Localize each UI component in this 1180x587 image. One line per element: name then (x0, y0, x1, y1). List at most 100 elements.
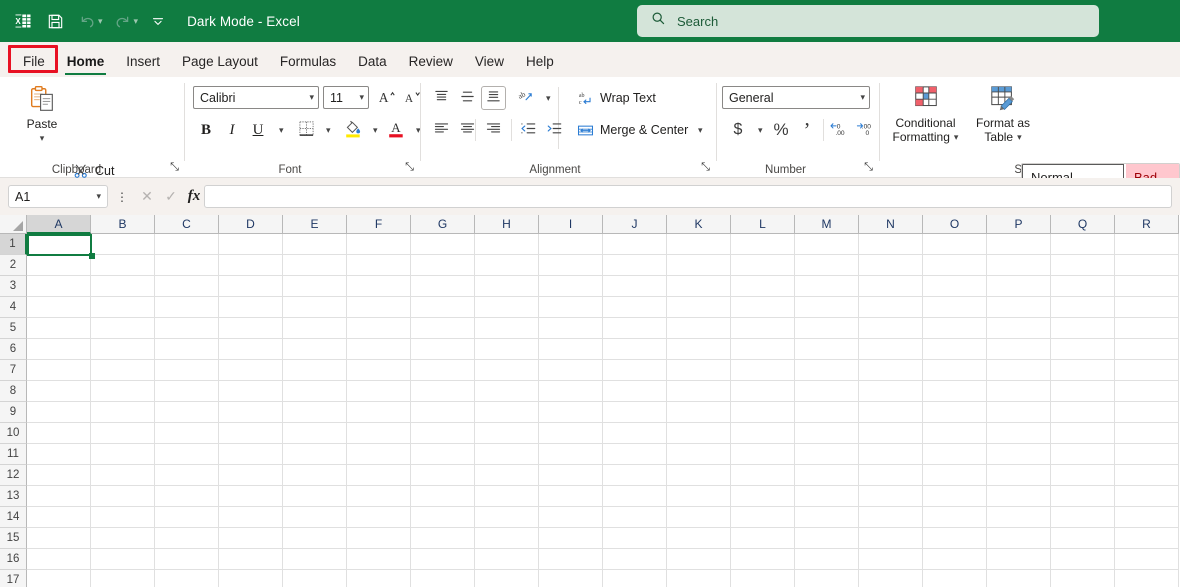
cell-N17[interactable] (859, 570, 923, 587)
cell-N16[interactable] (859, 549, 923, 570)
cell-Q6[interactable] (1051, 339, 1115, 360)
cell-Q10[interactable] (1051, 423, 1115, 444)
cell-B6[interactable] (91, 339, 155, 360)
cell-C16[interactable] (155, 549, 219, 570)
redo-dropdown-chevron-icon[interactable]: ▾ (134, 16, 142, 27)
column-header-b[interactable]: B (91, 215, 155, 234)
cell-Q11[interactable] (1051, 444, 1115, 465)
column-header-l[interactable]: L (731, 215, 795, 234)
cell-C15[interactable] (155, 528, 219, 549)
cell-J11[interactable] (603, 444, 667, 465)
cell-J14[interactable] (603, 507, 667, 528)
cell-R5[interactable] (1115, 318, 1179, 339)
cell-H16[interactable] (475, 549, 539, 570)
row-header-8[interactable]: 8 (0, 381, 27, 402)
cell-D15[interactable] (219, 528, 283, 549)
cell-R12[interactable] (1115, 465, 1179, 486)
row-header-9[interactable]: 9 (0, 402, 27, 423)
cell-N11[interactable] (859, 444, 923, 465)
cell-M4[interactable] (795, 297, 859, 318)
cell-K10[interactable] (667, 423, 731, 444)
cell-C1[interactable] (155, 234, 219, 255)
cell-E15[interactable] (283, 528, 347, 549)
cell-L1[interactable] (731, 234, 795, 255)
cell-K9[interactable] (667, 402, 731, 423)
cell-K17[interactable] (667, 570, 731, 587)
cell-Q17[interactable] (1051, 570, 1115, 587)
font-color-button[interactable]: A (384, 118, 408, 142)
cell-K8[interactable] (667, 381, 731, 402)
cell-Q5[interactable] (1051, 318, 1115, 339)
cell-K5[interactable] (667, 318, 731, 339)
cell-H2[interactable] (475, 255, 539, 276)
cell-A13[interactable] (27, 486, 91, 507)
font-name-chevron-icon[interactable]: ▾ (309, 92, 314, 103)
cell-F8[interactable] (347, 381, 411, 402)
row-header-10[interactable]: 10 (0, 423, 27, 444)
cell-I8[interactable] (539, 381, 603, 402)
cell-F16[interactable] (347, 549, 411, 570)
name-box[interactable]: A1 ▾ (8, 185, 108, 208)
cell-G14[interactable] (411, 507, 475, 528)
cell-C11[interactable] (155, 444, 219, 465)
cell-B1[interactable] (91, 234, 155, 255)
cell-B5[interactable] (91, 318, 155, 339)
percent-style-button[interactable]: % (769, 118, 793, 142)
cell-G13[interactable] (411, 486, 475, 507)
row-header-11[interactable]: 11 (0, 444, 27, 465)
column-header-f[interactable]: F (347, 215, 411, 234)
cell-P11[interactable] (987, 444, 1051, 465)
cell-F13[interactable] (347, 486, 411, 507)
cell-J16[interactable] (603, 549, 667, 570)
cell-R3[interactable] (1115, 276, 1179, 297)
cell-H12[interactable] (475, 465, 539, 486)
cell-L12[interactable] (731, 465, 795, 486)
cell-O15[interactable] (923, 528, 987, 549)
cell-E13[interactable] (283, 486, 347, 507)
cell-J1[interactable] (603, 234, 667, 255)
cell-K15[interactable] (667, 528, 731, 549)
cell-I16[interactable] (539, 549, 603, 570)
increase-indent-button[interactable] (542, 118, 567, 142)
number-dialog-launcher[interactable]: ⤡ (862, 161, 875, 174)
cancel-entry-button[interactable]: ✕ (136, 185, 158, 208)
cell-L4[interactable] (731, 297, 795, 318)
column-header-q[interactable]: Q (1051, 215, 1115, 234)
vertical-ellipsis-icon[interactable]: ⋮ (116, 185, 128, 208)
cell-F7[interactable] (347, 360, 411, 381)
orientation-button[interactable]: ab (513, 86, 538, 110)
cell-O17[interactable] (923, 570, 987, 587)
cell-A15[interactable] (27, 528, 91, 549)
cell-Q16[interactable] (1051, 549, 1115, 570)
column-header-m[interactable]: M (795, 215, 859, 234)
cell-A8[interactable] (27, 381, 91, 402)
cell-B14[interactable] (91, 507, 155, 528)
cell-L6[interactable] (731, 339, 795, 360)
cell-E6[interactable] (283, 339, 347, 360)
number-format-combo[interactable]: General ▾ (722, 86, 870, 109)
column-header-j[interactable]: J (603, 215, 667, 234)
row-header-6[interactable]: 6 (0, 339, 27, 360)
cell-C17[interactable] (155, 570, 219, 587)
row-header-15[interactable]: 15 (0, 528, 27, 549)
number-format-chevron-icon[interactable]: ▾ (860, 92, 865, 103)
merge-center-button[interactable]: Merge & Center (573, 118, 692, 142)
cell-D12[interactable] (219, 465, 283, 486)
cell-L15[interactable] (731, 528, 795, 549)
cell-C14[interactable] (155, 507, 219, 528)
paste-button[interactable]: Paste ▾ (18, 85, 66, 145)
fill-color-button[interactable] (341, 118, 365, 142)
format-as-table-chevron-icon[interactable]: ▾ (1017, 130, 1022, 144)
cell-G7[interactable] (411, 360, 475, 381)
alignment-dialog-launcher[interactable]: ⤡ (699, 161, 712, 174)
cell-J13[interactable] (603, 486, 667, 507)
cell-C13[interactable] (155, 486, 219, 507)
cell-A17[interactable] (27, 570, 91, 587)
cell-G11[interactable] (411, 444, 475, 465)
cell-G4[interactable] (411, 297, 475, 318)
row-header-4[interactable]: 4 (0, 297, 27, 318)
cell-I1[interactable] (539, 234, 603, 255)
cell-N3[interactable] (859, 276, 923, 297)
cell-N1[interactable] (859, 234, 923, 255)
column-header-h[interactable]: H (475, 215, 539, 234)
